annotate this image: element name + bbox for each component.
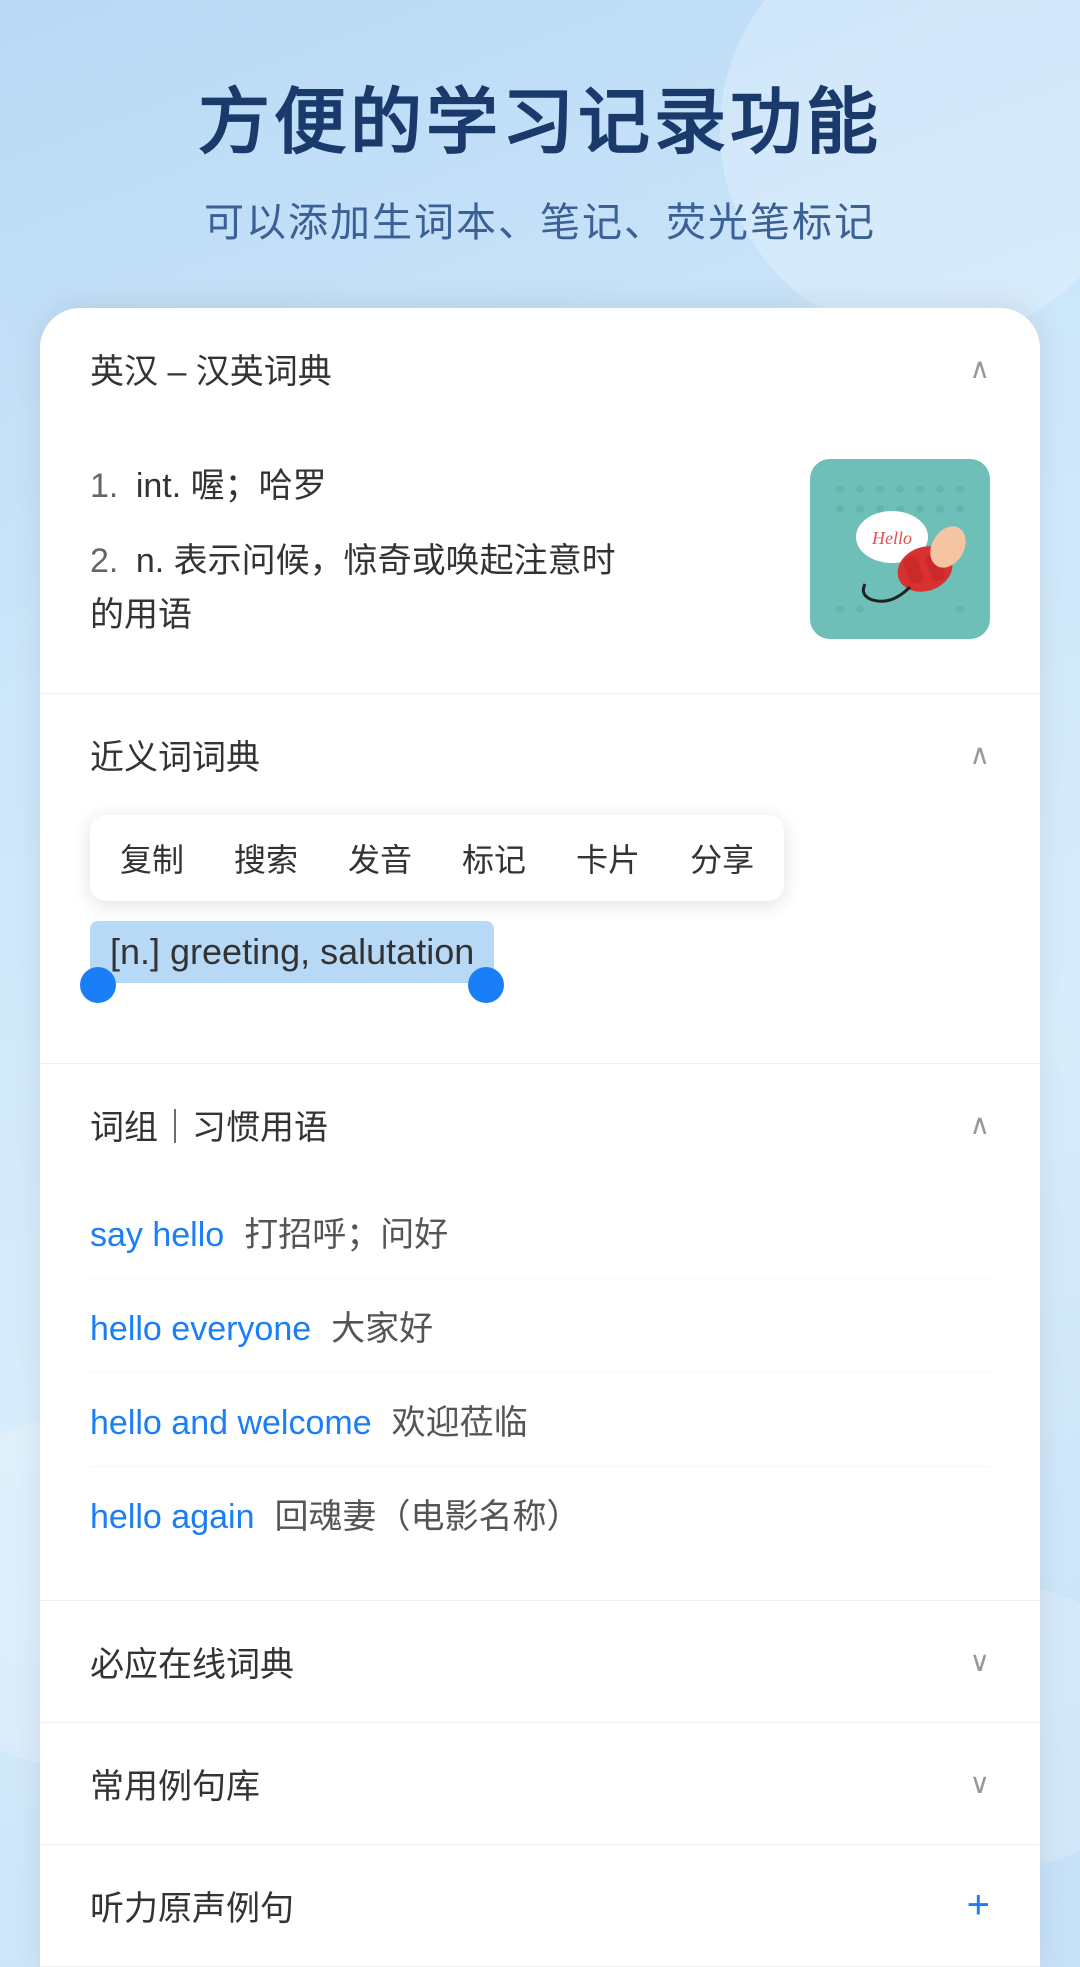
common-sentences-section: 常用例句库 ∨	[40, 1723, 1040, 1845]
phrase-en-4: hello again	[90, 1498, 254, 1537]
listening-section: 听力原声例句 +	[40, 1845, 1040, 1967]
phrases-section-header[interactable]: 词组｜习惯用语 ∧	[40, 1064, 1040, 1185]
phrases-section: 词组｜习惯用语 ∧ say hello 打招呼；问好 hello everyon…	[40, 1064, 1040, 1601]
text-cursor-left	[80, 967, 116, 1003]
biying-section-title: 必应在线词典	[90, 1637, 294, 1686]
context-menu-card[interactable]: 卡片	[576, 835, 640, 881]
def-number-2: 2.	[90, 542, 118, 580]
common-sentences-chevron-down-icon: ∨	[970, 1767, 991, 1800]
dict-def-2: 2. n. 表示问候，惊奇或唤起注意时的用语	[90, 534, 780, 643]
phrases-content: say hello 打招呼；问好 hello everyone 大家好 hell…	[40, 1185, 1040, 1600]
dict-section-header[interactable]: 英汉 – 汉英词典 ∧	[40, 308, 1040, 429]
biying-section: 必应在线词典 ∨	[40, 1601, 1040, 1723]
context-menu-mark[interactable]: 标记	[462, 835, 526, 881]
text-cursor-right	[468, 967, 504, 1003]
phrase-item-4[interactable]: hello again 回魂妻（电影名称）	[90, 1467, 990, 1560]
context-menu-search[interactable]: 搜索	[234, 835, 298, 881]
listening-section-header[interactable]: 听力原声例句 +	[40, 1845, 1040, 1966]
def-number-1: 1.	[90, 467, 118, 505]
phrase-item-2[interactable]: hello everyone 大家好	[90, 1279, 990, 1373]
phrase-zh-2: 大家好	[331, 1301, 433, 1350]
dict-section-title: 英汉 – 汉英词典	[90, 344, 332, 393]
phrase-item-1[interactable]: say hello 打招呼；问好	[90, 1185, 990, 1279]
phrases-chevron-up-icon: ∧	[970, 1108, 991, 1141]
context-menu-copy[interactable]: 复制	[120, 835, 184, 881]
dict-content: 1. int. 喔；哈罗 2. n. 表示问候，惊奇或唤起注意时的用语	[40, 429, 1040, 692]
phrase-zh-3: 欢迎莅临	[392, 1395, 528, 1444]
phrases-section-title: 词组｜习惯用语	[90, 1100, 328, 1149]
phrase-zh-4: 回魂妻（电影名称）	[274, 1489, 580, 1538]
main-card: 英汉 – 汉英词典 ∧ 1. int. 喔；哈罗 2. n. 表示问候，惊奇或唤…	[40, 308, 1040, 1966]
phrase-item-3[interactable]: hello and welcome 欢迎莅临	[90, 1373, 990, 1467]
highlighted-text-area: [n.] greeting, salutation	[90, 901, 990, 1003]
biying-section-header[interactable]: 必应在线词典 ∨	[40, 1601, 1040, 1722]
listening-plus-icon[interactable]: +	[967, 1883, 990, 1928]
highlighted-synonym-text[interactable]: [n.] greeting, salutation	[90, 921, 494, 983]
synonym-chevron-up-icon: ∧	[970, 738, 991, 771]
common-sentences-section-header[interactable]: 常用例句库 ∨	[40, 1723, 1040, 1844]
dict-definitions: 1. int. 喔；哈罗 2. n. 表示问候，惊奇或唤起注意时的用语	[90, 459, 810, 662]
phrase-en-2: hello everyone	[90, 1310, 311, 1349]
phrase-en-1: say hello	[90, 1216, 224, 1255]
dict-chevron-up-icon: ∧	[970, 352, 991, 385]
synonym-section-title: 近义词词典	[90, 730, 260, 779]
context-menu: 复制 搜索 发音 标记 卡片 分享	[90, 815, 784, 901]
def-pos-1: int. 喔；哈罗	[136, 467, 327, 505]
header-title: 方便的学习记录功能	[60, 80, 1020, 166]
common-sentences-section-title: 常用例句库	[90, 1759, 260, 1808]
context-menu-share[interactable]: 分享	[690, 835, 754, 881]
phrase-en-3: hello and welcome	[90, 1404, 372, 1443]
def-pos-2: n. 表示问候，惊奇或唤起注意时的用语	[90, 542, 616, 634]
synonym-section: 近义词词典 ∧ 复制 搜索 发音 标记 卡片 分享 [n.] greeting,…	[40, 694, 1040, 1064]
synonym-section-header[interactable]: 近义词词典 ∧	[40, 694, 1040, 815]
listening-section-title: 听力原声例句	[90, 1881, 294, 1930]
header-subtitle: 可以添加生词本、笔记、荧光笔标记	[60, 190, 1020, 248]
context-menu-pronounce[interactable]: 发音	[348, 835, 412, 881]
dict-def-1: 1. int. 喔；哈罗	[90, 459, 780, 513]
phrase-zh-1: 打招呼；问好	[244, 1207, 448, 1256]
svg-text:Hello: Hello	[871, 528, 912, 548]
dict-section: 英汉 – 汉英词典 ∧ 1. int. 喔；哈罗 2. n. 表示问候，惊奇或唤…	[40, 308, 1040, 693]
header: 方便的学习记录功能 可以添加生词本、笔记、荧光笔标记	[0, 0, 1080, 308]
biying-chevron-down-icon: ∨	[970, 1645, 991, 1678]
hello-illustration: Hello	[810, 459, 990, 639]
